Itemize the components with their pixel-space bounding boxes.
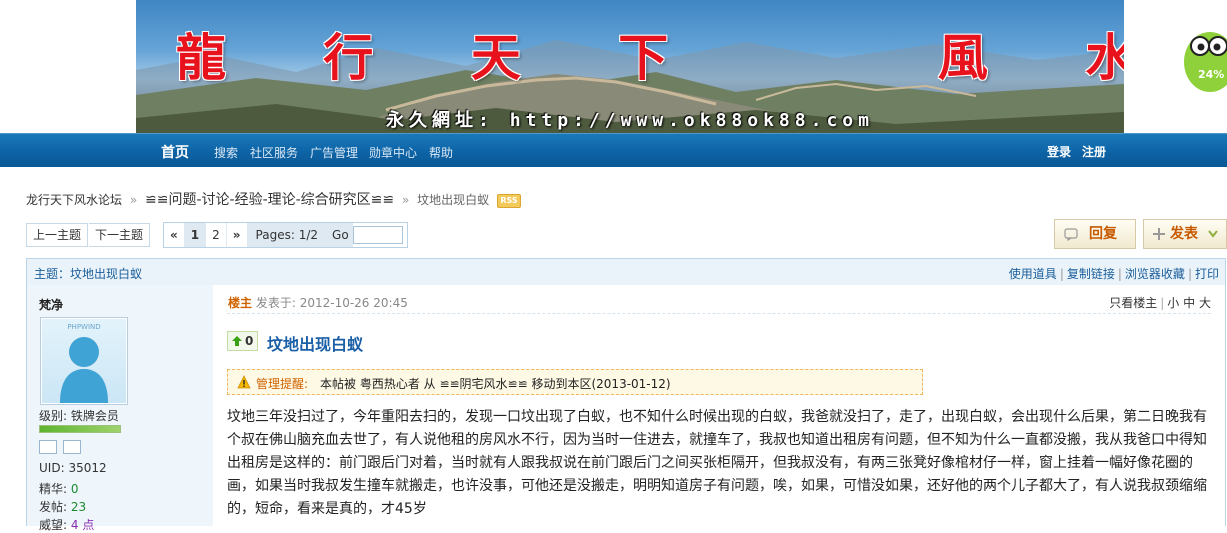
topic-header-bar: 主题：坟地出现白蚁 使用道具 | 复制链接 | 浏览器收藏 | 打印 <box>26 258 1226 286</box>
chevron-down-icon <box>1208 230 1218 238</box>
mascot-label: 24% <box>1198 68 1224 81</box>
posts-value: 23 <box>70 500 87 514</box>
font-small-link[interactable]: 小 <box>1167 296 1179 310</box>
pager-info: Pages: 1/2 <box>247 223 327 247</box>
post-owner-badge: 楼主 <box>228 296 253 310</box>
jinghua-label: 精华: <box>39 482 68 496</box>
breadcrumb-separator: » <box>129 193 138 207</box>
upvote-button[interactable]: 0 <box>227 331 259 351</box>
new-post-label: 发表 <box>1170 226 1198 242</box>
only-owner-link[interactable]: 只看楼主 <box>1109 296 1157 310</box>
default-avatar-icon <box>60 337 108 403</box>
banner-url: 永久網址: http://www.ok88ok88.com <box>386 110 874 131</box>
up-arrow-icon <box>232 336 242 346</box>
post-title: 坟地出现白蚁 <box>267 335 364 354</box>
pager-page-2[interactable]: 2 <box>206 223 227 247</box>
uid-stat: UID: 35012 <box>39 461 107 475</box>
posts-label: 发帖: <box>39 500 68 514</box>
topic-tools: 使用道具 | 复制链接 | 浏览器收藏 | 打印 <box>1008 267 1219 281</box>
message-envelope-icon[interactable] <box>63 440 81 454</box>
post-time: 发表于: 2012-10-26 20:45 <box>255 296 408 310</box>
user-actions <box>39 440 81 454</box>
print-link[interactable]: 打印 <box>1195 267 1219 281</box>
post-divider <box>227 313 1211 314</box>
weiwang-label: 威望: <box>39 518 68 532</box>
rss-icon[interactable]: RSS <box>497 193 521 208</box>
weiwang-value: 4 点 <box>70 518 95 532</box>
breadcrumb-separator: » <box>401 193 410 207</box>
new-post-button[interactable]: 发表 <box>1143 219 1227 249</box>
prev-topic-button[interactable]: 上一主题 <box>26 223 89 247</box>
member-level: 级别: 铁牌会员 <box>39 409 119 423</box>
reply-button[interactable]: 回复 <box>1054 219 1136 249</box>
post-view-options: 只看楼主 | 小 中 大 <box>1109 296 1211 310</box>
plus-icon <box>1153 228 1165 240</box>
jinghua-stat: 精华: 0 <box>39 480 79 497</box>
breadcrumb-site-link[interactable]: 龙行天下风水论坛 <box>26 193 122 207</box>
reply-icon <box>1064 228 1078 241</box>
post-meta: 楼主 发表于: 2012-10-26 20:45 <box>228 294 408 311</box>
uid-value: 35012 <box>68 461 107 475</box>
pager-first-button[interactable]: « <box>164 223 185 247</box>
nav-community-link[interactable]: 社区服务 <box>250 144 298 161</box>
bookmark-link[interactable]: 浏览器收藏 <box>1125 267 1185 281</box>
pager-last-button[interactable]: » <box>227 223 248 247</box>
post-content-area: 楼主 发表于: 2012-10-26 20:45 只看楼主 | 小 中 大 0 坟地… <box>213 285 1226 526</box>
banner-title: 龍 行 天 下 風 水 論 壇 <box>176 28 1124 87</box>
jinghua-value: 0 <box>70 482 79 496</box>
author-name[interactable]: 梵净 <box>39 296 63 313</box>
level-progress-bar <box>39 425 121 433</box>
percent-mascot-icon[interactable]: 24% <box>1180 20 1227 96</box>
warning-icon <box>237 375 251 389</box>
notice-text: 本帖被 粤西热心者 从 ≌≌阴宅风水≌≌ 移动到本区(2013-01-12) <box>320 377 671 391</box>
topic-title: 主题：坟地出现白蚁 <box>34 267 143 281</box>
breadcrumb: 龙行天下风水论坛 » ≌≌问题-讨论-经验-理论-综合研究区≌≌ » 坟地出现白… <box>26 189 521 209</box>
pager-page-1[interactable]: 1 <box>184 223 207 247</box>
reply-label: 回复 <box>1089 226 1117 242</box>
pager-go-input[interactable] <box>352 226 403 244</box>
use-tools-link[interactable]: 使用道具 <box>1009 267 1057 281</box>
author-panel: 梵净 PHPWIND 级别: 铁牌会员 UID: 35012 精华: 0 发帖:… <box>26 285 214 532</box>
nav-search-link[interactable]: 搜索 <box>214 144 238 161</box>
font-medium-link[interactable]: 中 <box>1183 296 1195 310</box>
notice-label: 管理提醒: <box>256 377 309 391</box>
next-topic-button[interactable]: 下一主题 <box>89 223 151 247</box>
login-link[interactable]: 登录 <box>1047 143 1071 160</box>
avatar[interactable]: PHPWIND <box>40 317 128 405</box>
moderator-notice: 管理提醒: 本帖被 粤西热心者 从 ≌≌阴宅风水≌≌ 移动到本区(2013-01… <box>227 369 923 395</box>
breadcrumb-current: 坟地出现白蚁 <box>417 193 490 207</box>
uid-label: UID: <box>39 461 65 475</box>
register-link[interactable]: 注册 <box>1082 143 1106 160</box>
breadcrumb-forum-link[interactable]: ≌≌问题-讨论-经验-理论-综合研究区≌≌ <box>145 192 394 208</box>
post-body-text: 坟地三年没扫过了，今年重阳去扫的，发现一口坟出现了白蚁，也不知什么时候出现的白蚁… <box>227 409 1207 517</box>
nav-ads-link[interactable]: 广告管理 <box>310 144 358 161</box>
main-nav-bar: 首页 搜索 社区服务 广告管理 勋章中心 帮助 登录 注册 <box>0 133 1227 167</box>
pagination: « 1 2 » Pages: 1/2 Go <box>163 222 408 248</box>
font-large-link[interactable]: 大 <box>1199 296 1211 310</box>
nav-home-link[interactable]: 首页 <box>161 142 189 162</box>
pager-go-label: Go <box>326 223 353 247</box>
weiwang-stat: 威望: 4 点 <box>39 516 94 533</box>
posts-stat: 发帖: 23 <box>39 498 86 515</box>
upvote-count: 0 <box>245 334 254 348</box>
profile-card-icon[interactable] <box>39 440 57 454</box>
forum-banner: 龍 行 天 下 風 水 論 壇 永久網址: http://www.ok88ok8… <box>136 0 1124 133</box>
copy-link-link[interactable]: 复制链接 <box>1067 267 1115 281</box>
nav-medals-link[interactable]: 勋章中心 <box>369 144 417 161</box>
nav-help-link[interactable]: 帮助 <box>429 144 453 161</box>
